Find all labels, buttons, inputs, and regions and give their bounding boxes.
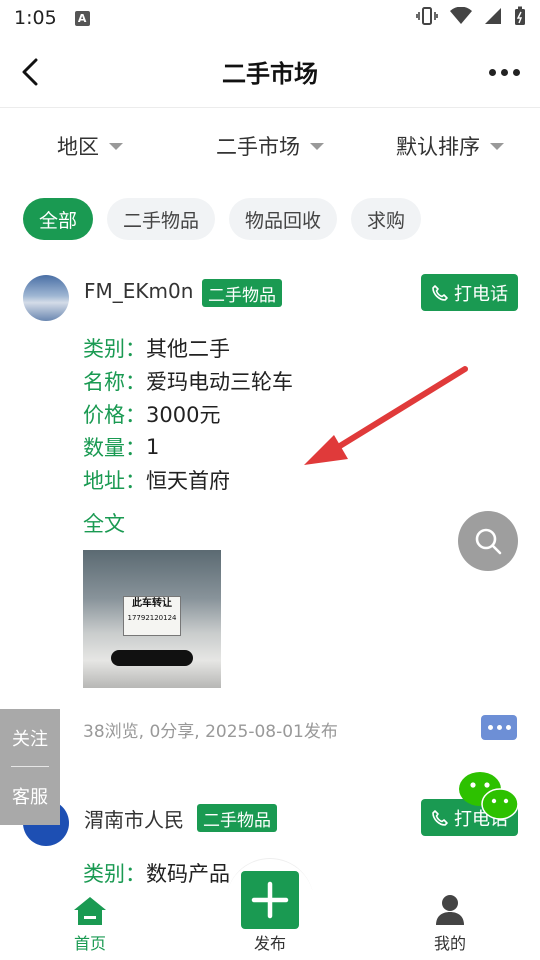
post-username[interactable]: 渭南市人民 bbox=[84, 804, 184, 833]
caret-down-icon bbox=[310, 142, 324, 150]
comment-dot-icon bbox=[505, 725, 511, 730]
notification-icon: A bbox=[74, 10, 90, 26]
nav-home[interactable]: 首页 bbox=[0, 890, 180, 960]
nav-mine[interactable]: 我的 bbox=[360, 890, 540, 960]
photo-vehicle-light bbox=[111, 650, 193, 666]
side-panel: 关注 客服 bbox=[0, 709, 60, 825]
app-header: 二手市场 bbox=[0, 36, 540, 108]
follow-button[interactable]: 关注 bbox=[12, 709, 48, 766]
signal-icon bbox=[484, 7, 502, 30]
chip-all[interactable]: 全部 bbox=[23, 198, 94, 240]
caret-down-icon bbox=[109, 142, 123, 150]
post-fields: 类别： 其他二手 名称： 爱玛电动三轮车 价格： 3000元 数量： 1 地址：… bbox=[83, 331, 293, 496]
nav-label: 首页 bbox=[73, 934, 106, 953]
status-bar: 1:05 A bbox=[0, 0, 540, 36]
more-dot-icon bbox=[500, 68, 508, 76]
phone-icon bbox=[432, 284, 448, 301]
caret-down-icon bbox=[490, 142, 504, 150]
status-time: 1:05 bbox=[14, 7, 57, 29]
photo-sign-text: 此车转让 bbox=[132, 598, 172, 609]
battery-icon bbox=[514, 6, 526, 31]
user-icon bbox=[436, 895, 464, 925]
field-name: 名称： 爱玛电动三轮车 bbox=[83, 364, 293, 397]
photo-sign: 此车转让 17792120124 bbox=[123, 596, 181, 636]
avatar[interactable] bbox=[23, 275, 69, 321]
filter-label: 地区 bbox=[57, 135, 99, 159]
category-chips: 全部 二手物品 物品回收 求购 bbox=[23, 198, 422, 240]
red-arrow-icon bbox=[304, 366, 468, 465]
filter-bar: 地区 二手市场 默认排序 bbox=[0, 110, 540, 182]
plus-icon bbox=[251, 881, 289, 919]
wechat-icon bbox=[459, 772, 519, 820]
phone-icon bbox=[432, 809, 448, 826]
post-username[interactable]: FM_EKm0n bbox=[84, 279, 193, 303]
call-button-label: 打电话 bbox=[454, 283, 508, 305]
chip-wanted[interactable]: 求购 bbox=[351, 198, 422, 240]
post-tag: 二手物品 bbox=[197, 804, 277, 832]
comment-dot-icon bbox=[487, 725, 493, 730]
chip-recycle[interactable]: 物品回收 bbox=[229, 198, 338, 240]
field-category: 类别： 其他二手 bbox=[83, 331, 293, 364]
field-label: 价格： bbox=[83, 402, 146, 427]
call-button[interactable]: 打电话 bbox=[421, 274, 518, 311]
vibrate-icon bbox=[416, 6, 438, 30]
field-label: 类别： bbox=[83, 861, 146, 886]
wifi-icon bbox=[450, 6, 472, 30]
search-fab[interactable] bbox=[458, 511, 518, 571]
field-value: 恒天首府 bbox=[146, 468, 230, 493]
filter-sort[interactable]: 默认排序 bbox=[360, 131, 540, 161]
nav-label: 发布 bbox=[253, 934, 286, 953]
field-value: 其他二手 bbox=[146, 336, 230, 361]
comment-button[interactable] bbox=[481, 715, 517, 740]
field-value: 1 bbox=[146, 434, 160, 459]
nav-label: 我的 bbox=[433, 934, 466, 953]
filter-label: 默认排序 bbox=[396, 135, 480, 159]
comment-dot-icon bbox=[496, 725, 502, 730]
post-fields: 类别： 数码产品 bbox=[83, 856, 230, 889]
page-title: 二手市场 bbox=[222, 60, 318, 88]
field-price: 价格： 3000元 bbox=[83, 397, 293, 430]
chip-secondhand[interactable]: 二手物品 bbox=[107, 198, 216, 240]
photo-sign-number: 17792120124 bbox=[127, 614, 177, 622]
field-label: 类别： bbox=[83, 336, 146, 361]
field-quantity: 数量： 1 bbox=[83, 430, 293, 463]
post-meta: 38浏览, 0分享, 2025-08-01发布 bbox=[83, 722, 338, 742]
field-category: 类别： 数码产品 bbox=[83, 856, 230, 889]
more-dot-icon bbox=[512, 68, 520, 76]
publish-button[interactable] bbox=[241, 871, 299, 929]
field-value: 爱玛电动三轮车 bbox=[146, 369, 293, 394]
more-dot-icon bbox=[488, 68, 496, 76]
customer-service-button[interactable]: 客服 bbox=[12, 767, 48, 824]
home-icon bbox=[74, 897, 106, 925]
field-label: 名称： bbox=[83, 369, 146, 394]
field-value: 3000元 bbox=[146, 402, 221, 427]
fulltext-link[interactable]: 全文 bbox=[83, 508, 125, 538]
field-value: 数码产品 bbox=[146, 861, 230, 886]
chevron-left-icon bbox=[22, 58, 38, 86]
filter-market[interactable]: 二手市场 bbox=[180, 131, 360, 161]
search-icon bbox=[475, 528, 502, 555]
wechat-fab[interactable] bbox=[458, 771, 520, 823]
back-button[interactable] bbox=[14, 56, 46, 88]
post-tag: 二手物品 bbox=[202, 279, 282, 307]
filter-label: 二手市场 bbox=[216, 135, 300, 159]
field-address: 地址： 恒天首府 bbox=[83, 463, 293, 496]
filter-region[interactable]: 地区 bbox=[0, 131, 180, 161]
field-label: 地址： bbox=[83, 468, 146, 493]
post-photo[interactable]: 此车转让 17792120124 bbox=[83, 550, 221, 688]
more-menu-button[interactable] bbox=[484, 58, 524, 86]
field-label: 数量： bbox=[83, 435, 146, 460]
